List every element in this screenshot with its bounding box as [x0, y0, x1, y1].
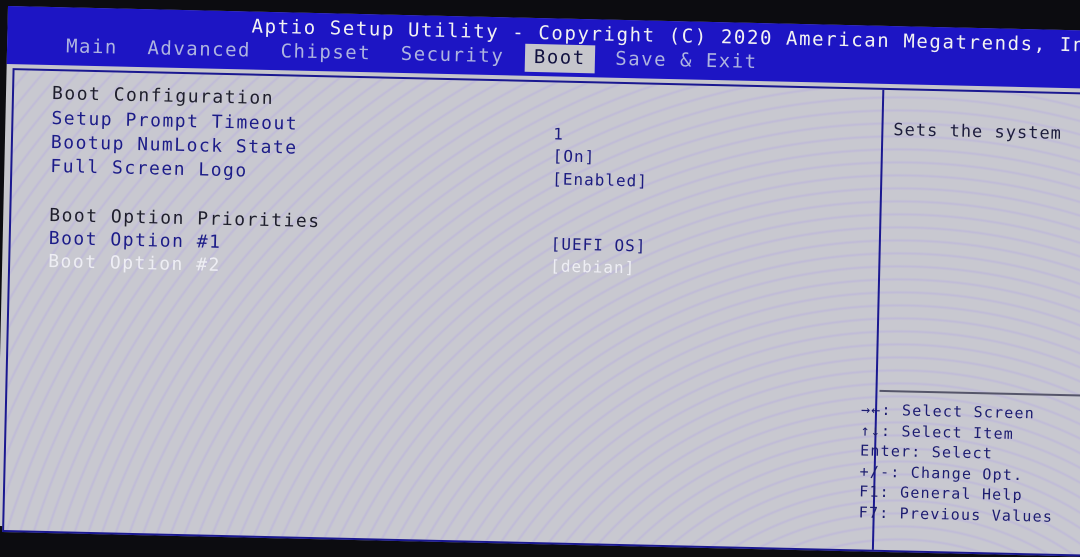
main-panel: Boot Configuration Setup Prompt Timeout …: [2, 68, 1080, 557]
setting-boot-option-1[interactable]: Boot Option #1: [48, 228, 221, 253]
tab-chipset[interactable]: Chipset: [271, 38, 380, 68]
key-legend: →←: Select Screen ↑↓: Select Item Enter:…: [859, 399, 1056, 526]
setting-full-screen-logo[interactable]: Full Screen Logo: [50, 156, 248, 181]
key-hint-f7: F7: Previous Values: [858, 502, 1054, 526]
help-description: Sets the system: [893, 120, 1063, 144]
tab-boot[interactable]: Boot: [524, 43, 595, 74]
setting-boot-option-2[interactable]: Boot Option #2: [48, 251, 221, 276]
help-separator: [879, 389, 1080, 397]
value-boot-option-2[interactable]: [debian]: [550, 256, 635, 277]
value-boot-option-1[interactable]: [UEFI OS]: [551, 234, 647, 255]
tab-main[interactable]: Main: [57, 33, 127, 63]
value-setup-prompt-timeout[interactable]: 1: [553, 124, 564, 143]
value-full-screen-logo[interactable]: [Enabled]: [552, 169, 648, 190]
bios-screen: Aptio Setup Utility - Copyright (C) 2020…: [0, 6, 1080, 557]
value-bootup-numlock-state[interactable]: [On]: [553, 146, 596, 166]
setting-bootup-numlock-state[interactable]: Bootup NumLock State: [51, 132, 298, 159]
tab-security[interactable]: Security: [391, 41, 513, 72]
setting-setup-prompt-timeout[interactable]: Setup Prompt Timeout: [51, 108, 298, 135]
tab-advanced[interactable]: Advanced: [138, 35, 260, 66]
tab-save-exit[interactable]: Save & Exit: [606, 46, 767, 78]
section-header-boot-configuration: Boot Configuration: [51, 83, 275, 110]
